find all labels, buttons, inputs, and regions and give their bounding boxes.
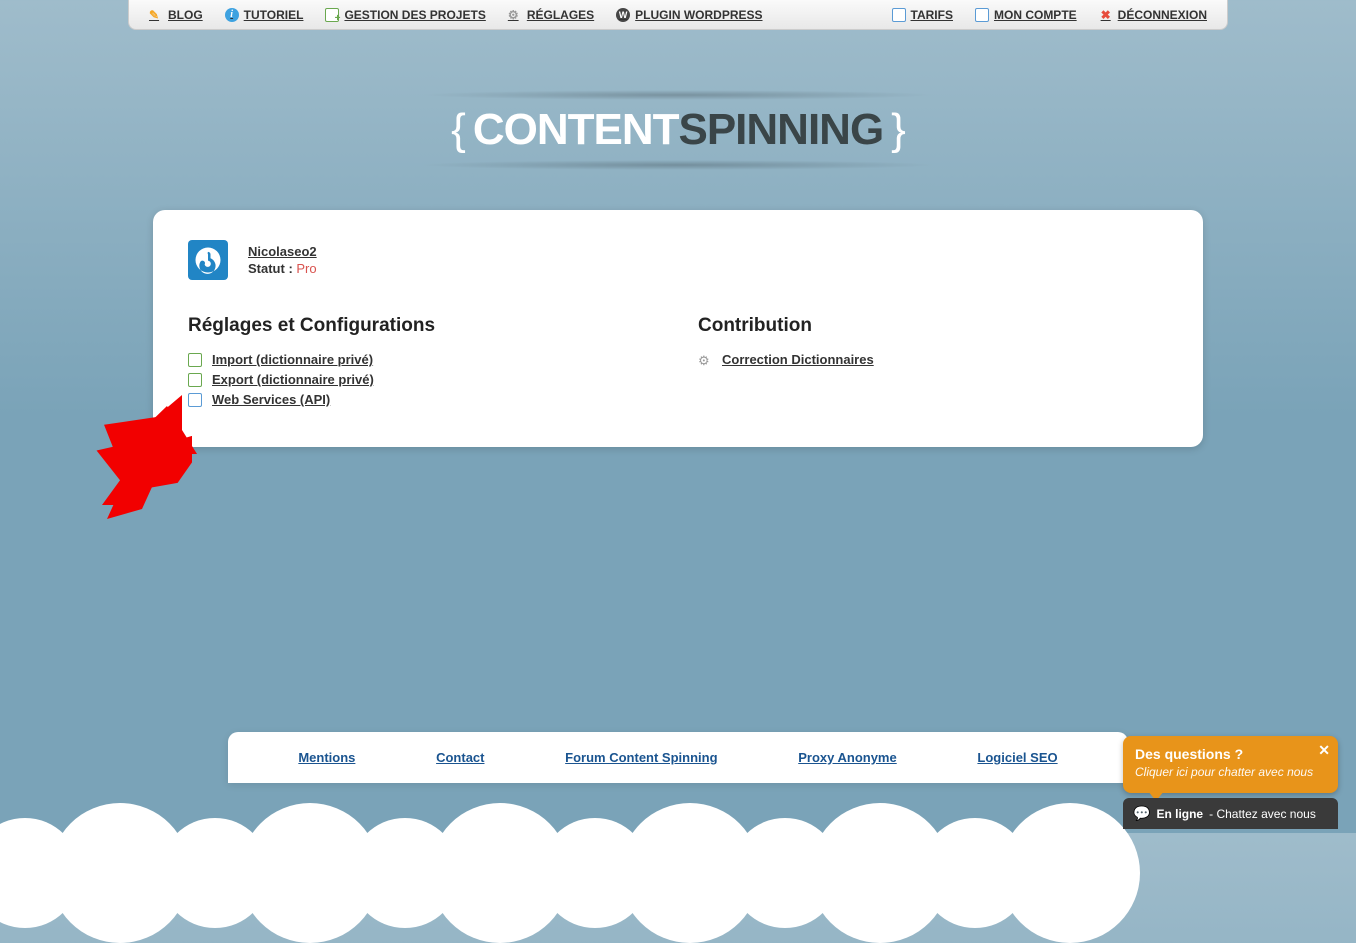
list-item: Import (dictionnaire privé): [188, 352, 658, 367]
status-value: Pro: [296, 261, 316, 276]
nav-label: MON COMPTE: [994, 8, 1077, 22]
document-icon: [188, 373, 202, 387]
site-logo: {CONTENTSPINNING}: [0, 105, 1356, 155]
list-item: Export (dictionnaire privé): [188, 372, 658, 387]
logo-shadow: [418, 160, 938, 170]
chat-bubble-icon: 💬: [1133, 805, 1150, 822]
nav-label: DÉCONNEXION: [1118, 8, 1207, 22]
link-web-services-api[interactable]: Web Services (API): [212, 392, 330, 407]
chat-status-bar[interactable]: 💬 En ligne - Chattez avec nous: [1123, 798, 1338, 829]
nav-blog[interactable]: ✎ BLOG: [149, 8, 203, 22]
nav-reglages[interactable]: ⚙ RÉGLAGES: [508, 8, 594, 22]
logo-word-spinning: SPINNING: [678, 105, 883, 154]
chat-popup-close-icon[interactable]: ✕: [1318, 742, 1330, 759]
nav-label: BLOG: [168, 8, 203, 22]
main-panel: Nicolaseo2 Statut : Pro Réglages et Conf…: [153, 210, 1203, 447]
contribution-heading: Contribution: [698, 315, 1168, 337]
nav-label: GESTION DES PROJETS: [344, 8, 485, 22]
nav-tutoriel[interactable]: i TUTORIEL: [225, 8, 304, 22]
brace-right: }: [883, 105, 913, 154]
chat-popup[interactable]: ✕ Des questions ? Cliquer ici pour chatt…: [1123, 736, 1338, 793]
gravatar-icon: [193, 245, 223, 275]
api-icon: [188, 393, 202, 407]
brace-left: {: [443, 105, 473, 154]
link-correction-dict[interactable]: Correction Dictionnaires: [722, 352, 874, 367]
footer-logiciel-seo[interactable]: Logiciel SEO: [977, 750, 1057, 765]
calendar-plus-icon: [325, 8, 339, 22]
contribution-column: Contribution ⚙ Correction Dictionnaires: [698, 315, 1168, 412]
logo-word-content: CONTENT: [473, 105, 679, 154]
wordpress-icon: W: [616, 8, 630, 22]
nav-gestion-projets[interactable]: GESTION DES PROJETS: [325, 8, 485, 22]
gear-icon: ⚙: [508, 8, 522, 22]
logo-shadow: [418, 90, 938, 100]
pencil-icon: ✎: [149, 8, 163, 22]
username-link[interactable]: Nicolaseo2: [248, 244, 317, 259]
chat-bar-text: - Chattez avec nous: [1209, 807, 1316, 821]
chat-popup-title: Des questions ?: [1135, 746, 1326, 762]
settings-column: Réglages et Configurations Import (dicti…: [188, 315, 658, 412]
gear-icon: ⚙: [698, 353, 712, 367]
settings-list: Import (dictionnaire privé) Export (dict…: [188, 352, 658, 407]
footer-proxy[interactable]: Proxy Anonyme: [798, 750, 897, 765]
avatar: [188, 240, 228, 280]
nav-plugin-wordpress[interactable]: W PLUGIN WORDPRESS: [616, 8, 762, 22]
list-item: ⚙ Correction Dictionnaires: [698, 352, 1168, 367]
logo-area: {CONTENTSPINNING}: [0, 90, 1356, 170]
status-label: Statut :: [248, 261, 296, 276]
nav-left-group: ✎ BLOG i TUTORIEL GESTION DES PROJETS ⚙ RÉG…: [149, 8, 763, 22]
calendar-icon: [975, 8, 989, 22]
footer-mentions[interactable]: Mentions: [298, 750, 355, 765]
nav-label: RÉGLAGES: [527, 8, 594, 22]
nav-label: TUTORIEL: [244, 8, 304, 22]
chat-popup-subtitle: Cliquer ici pour chatter avec nous: [1135, 765, 1326, 779]
close-icon: ✖: [1099, 8, 1113, 22]
contribution-list: ⚙ Correction Dictionnaires: [698, 352, 1168, 367]
top-navigation: ✎ BLOG i TUTORIEL GESTION DES PROJETS ⚙ RÉG…: [128, 0, 1228, 30]
list-item: Web Services (API): [188, 392, 658, 407]
user-info: Nicolaseo2 Statut : Pro: [248, 244, 317, 276]
link-export-dict[interactable]: Export (dictionnaire privé): [212, 372, 374, 387]
settings-heading: Réglages et Configurations: [188, 315, 658, 337]
nav-right-group: TARIFS MON COMPTE ✖ DÉCONNEXION: [892, 8, 1207, 22]
footer-contact[interactable]: Contact: [436, 750, 484, 765]
nav-label: PLUGIN WORDPRESS: [635, 8, 762, 22]
footer-forum[interactable]: Forum Content Spinning: [565, 750, 717, 765]
calendar-icon: [892, 8, 906, 22]
chat-status: En ligne: [1156, 807, 1203, 821]
document-icon: [188, 353, 202, 367]
user-row: Nicolaseo2 Statut : Pro: [188, 240, 1168, 280]
footer-links-bar: Mentions Contact Forum Content Spinning …: [228, 732, 1128, 783]
nav-deconnexion[interactable]: ✖ DÉCONNEXION: [1099, 8, 1207, 22]
user-status: Statut : Pro: [248, 261, 317, 276]
nav-tarifs[interactable]: TARIFS: [892, 8, 953, 22]
info-icon: i: [225, 8, 239, 22]
nav-mon-compte[interactable]: MON COMPTE: [975, 8, 1077, 22]
nav-label: TARIFS: [911, 8, 953, 22]
link-import-dict[interactable]: Import (dictionnaire privé): [212, 352, 373, 367]
columns: Réglages et Configurations Import (dicti…: [188, 315, 1168, 412]
